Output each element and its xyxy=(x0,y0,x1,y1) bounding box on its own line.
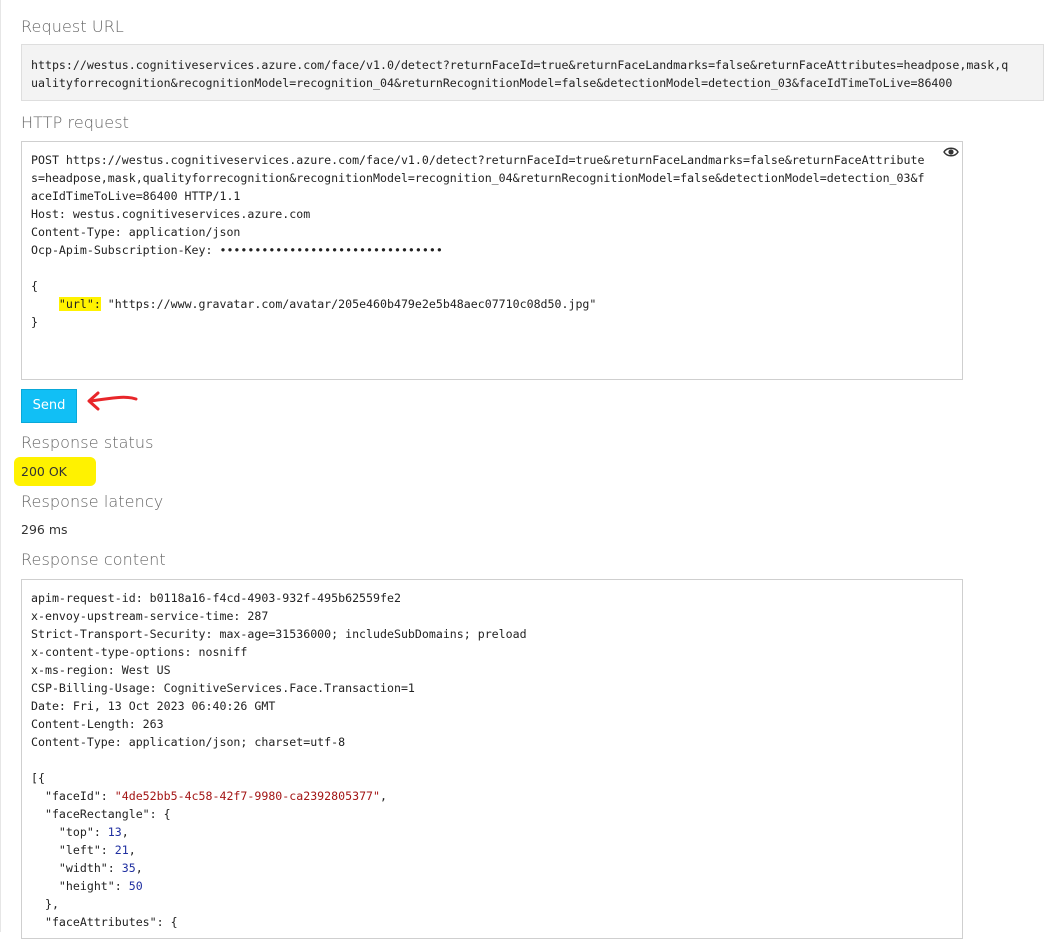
json-value-width: 35 xyxy=(121,861,136,875)
header-line: Content-Length: 263 xyxy=(31,717,164,731)
json-value-left: 21 xyxy=(114,843,129,857)
header-line: Date: Fri, 13 Oct 2023 06:40:26 GMT xyxy=(31,699,276,713)
content-type-header: Content-Type: application/json xyxy=(31,225,241,239)
request-line3: aceIdTimeToLive=86400 HTTP/1.1 xyxy=(31,189,241,203)
json-key-height: "height": xyxy=(31,879,129,893)
request-url-line2: ualityforrecognition&recognitionModel=re… xyxy=(31,76,953,90)
header-line: x-ms-region: West US xyxy=(31,663,171,677)
body-brace-open: { xyxy=(31,279,38,293)
json-key-width: "width": xyxy=(31,861,122,875)
request-line2: s=headpose,mask,qualityforrecognition&re… xyxy=(31,171,925,185)
json-rect-close: }, xyxy=(31,897,59,911)
json-key-top: "top": xyxy=(31,825,108,839)
send-button[interactable]: Send xyxy=(21,389,77,423)
body-brace-close: } xyxy=(31,315,38,329)
response-latency-title: Response latency xyxy=(21,492,164,511)
eye-icon[interactable] xyxy=(943,146,959,158)
json-key-faceattributes: "faceAttributes": { xyxy=(31,915,178,929)
response-status-title: Response status xyxy=(21,433,154,452)
header-line: Content-Type: application/json; charset=… xyxy=(31,735,346,749)
url-key-highlight: "url": xyxy=(58,297,101,311)
request-line1: POST https://westus.cognitiveservices.az… xyxy=(31,153,925,167)
request-url-line1: https://westus.cognitiveservices.azure.c… xyxy=(31,58,1009,72)
red-arrow-annotation xyxy=(87,391,138,411)
response-status-value: 200 OK xyxy=(21,464,67,479)
request-url-title: Request URL xyxy=(21,17,124,36)
json-key-left: "left": xyxy=(31,843,115,857)
http-request-editor[interactable]: POST https://westus.cognitiveservices.az… xyxy=(21,141,963,380)
response-latency-value: 296 ms xyxy=(21,522,68,537)
header-line: Strict-Transport-Security: max-age=31536… xyxy=(31,627,527,641)
url-value: "https://www.gravatar.com/avatar/205e460… xyxy=(100,297,597,311)
json-open: [{ xyxy=(31,771,45,785)
request-url-field[interactable]: https://westus.cognitiveservices.azure.c… xyxy=(21,44,1044,101)
host-header: Host: westus.cognitiveservices.azure.com xyxy=(31,207,311,221)
header-line: apim-request-id: b0118a16-f4cd-4903-932f… xyxy=(31,591,401,605)
header-line: CSP-Billing-Usage: CognitiveServices.Fac… xyxy=(31,681,415,695)
left-border xyxy=(0,0,1,932)
header-line: x-content-type-options: nosniff xyxy=(31,645,248,659)
json-value-faceid: "4de52bb5-4c58-42f7-9980-ca2392805377" xyxy=(114,789,381,803)
json-value-height: 50 xyxy=(128,879,143,893)
response-content-box[interactable]: apim-request-id: b0118a16-f4cd-4903-932f… xyxy=(21,579,963,939)
subscription-key-header: Ocp-Apim-Subscription-Key: •••••••••••••… xyxy=(31,243,443,257)
http-request-title: HTTP request xyxy=(21,113,130,132)
response-content-title: Response content xyxy=(21,550,166,569)
header-line: x-envoy-upstream-service-time: 287 xyxy=(31,609,269,623)
json-key-facerectangle: "faceRectangle": { xyxy=(31,807,171,821)
json-key-faceid: "faceId": xyxy=(31,789,115,803)
json-value-top: 13 xyxy=(107,825,122,839)
